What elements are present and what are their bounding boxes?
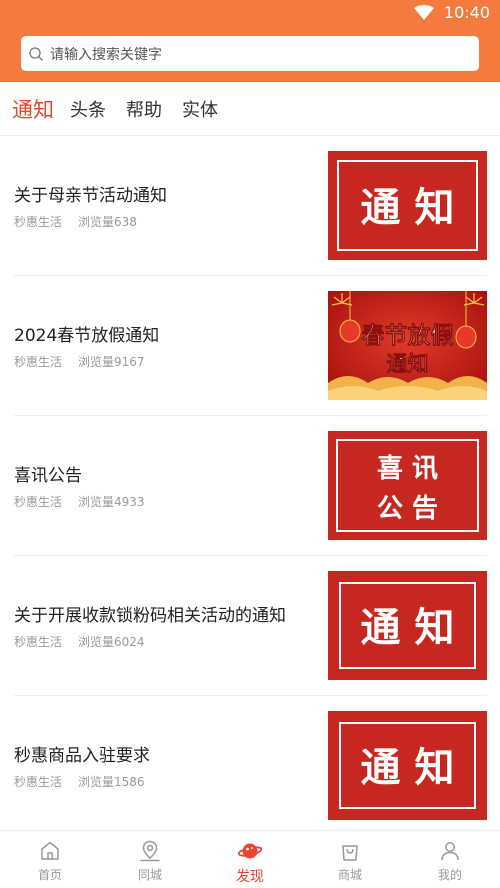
thumbnail-text: 通 知: [361, 185, 455, 231]
nav-label: 商城: [337, 868, 362, 882]
search-input[interactable]: 请输入搜索关键字: [21, 36, 479, 71]
article-title: 关于开展收款锁粉码相关活动的通知: [14, 606, 286, 626]
article-title: 秒惠商品入驻要求: [14, 746, 150, 766]
announcement-thumbnail: 喜 讯 公 告: [328, 431, 487, 540]
article-title: 关于母亲节活动通知: [14, 186, 167, 206]
article-meta: 秒惠生活 浏览量9167: [14, 353, 145, 370]
thumbnail-text: 公 告: [377, 494, 438, 524]
article-item[interactable]: 秒惠商品入驻要求 秒惠生活 浏览量1586 通 知: [0, 696, 500, 836]
article-views: 浏览量638: [78, 215, 137, 229]
category-tabs: 通知 头条 帮助 实体: [0, 82, 500, 136]
home-icon: [41, 841, 59, 860]
article-source: 秒惠生活: [14, 775, 63, 789]
article-views: 浏览量4933: [78, 495, 145, 509]
thumbnail-text: 通 知: [361, 605, 455, 651]
status-bar: 10:40: [0, 0, 500, 26]
status-right: 10:40: [413, 3, 490, 22]
nav-discover[interactable]: 发现: [200, 831, 300, 888]
search-icon: [29, 46, 43, 61]
article-meta: 秒惠生活 浏览量4933: [14, 493, 145, 510]
article-item[interactable]: 2024春节放假通知 秒惠生活 浏览量9167 春节放假 通知: [0, 276, 500, 416]
notice-thumbnail: 通 知: [328, 571, 487, 680]
thumbnail-text: 春节放假: [361, 322, 454, 349]
thumbnail-text: 通 知: [361, 745, 455, 791]
search-placeholder: 请输入搜索关键字: [50, 46, 162, 63]
wifi-icon: [413, 4, 434, 20]
nav-label: 发现: [236, 869, 264, 885]
article-item[interactable]: 关于开展收款锁粉码相关活动的通知 秒惠生活 浏览量6024 通 知: [0, 556, 500, 696]
location-icon: [140, 840, 160, 862]
nav-local[interactable]: 同城: [100, 831, 200, 888]
thumbnail-text: 通知: [387, 352, 429, 376]
article-views: 浏览量6024: [78, 635, 145, 649]
tab-notice[interactable]: 通知: [12, 94, 54, 124]
nav-label: 同城: [137, 868, 162, 882]
nav-label: 首页: [37, 868, 62, 882]
header: 10:40 请输入搜索关键字: [0, 0, 500, 82]
nav-mine[interactable]: 我的: [400, 831, 500, 888]
notice-thumbnail: 通 知: [328, 711, 487, 820]
thumbnail-text: 喜 讯: [377, 454, 438, 484]
article-meta: 秒惠生活 浏览量1586: [14, 773, 145, 790]
planet-icon: [238, 843, 262, 859]
notice-thumbnail: 通 知: [328, 151, 487, 260]
article-views: 浏览量9167: [78, 355, 145, 369]
nav-home[interactable]: 首页: [0, 831, 100, 888]
shopping-bag-icon: [342, 845, 358, 861]
status-time: 10:40: [443, 3, 490, 22]
article-source: 秒惠生活: [14, 495, 63, 509]
article-source: 秒惠生活: [14, 215, 63, 229]
tab-headlines[interactable]: 头条: [70, 96, 106, 122]
article-item[interactable]: 喜讯公告 秒惠生活 浏览量4933 喜 讯 公 告: [0, 416, 500, 556]
nav-mall[interactable]: 商城: [300, 831, 400, 888]
article-meta: 秒惠生活 浏览量638: [14, 213, 137, 230]
article-source: 秒惠生活: [14, 635, 63, 649]
article-meta: 秒惠生活 浏览量6024: [14, 633, 145, 650]
article-views: 浏览量1586: [78, 775, 145, 789]
article-title: 喜讯公告: [14, 466, 82, 486]
article-source: 秒惠生活: [14, 355, 63, 369]
bottom-nav: 首页 同城 发现 商城 我的: [0, 830, 500, 888]
user-icon: [441, 842, 459, 861]
festival-thumbnail: 春节放假 通知: [328, 291, 487, 400]
article-title: 2024春节放假通知: [14, 326, 160, 346]
tab-help[interactable]: 帮助: [126, 96, 162, 122]
tab-physical[interactable]: 实体: [182, 96, 218, 122]
nav-label: 我的: [437, 868, 462, 882]
article-item[interactable]: 关于母亲节活动通知 秒惠生活 浏览量638 通 知: [0, 136, 500, 276]
